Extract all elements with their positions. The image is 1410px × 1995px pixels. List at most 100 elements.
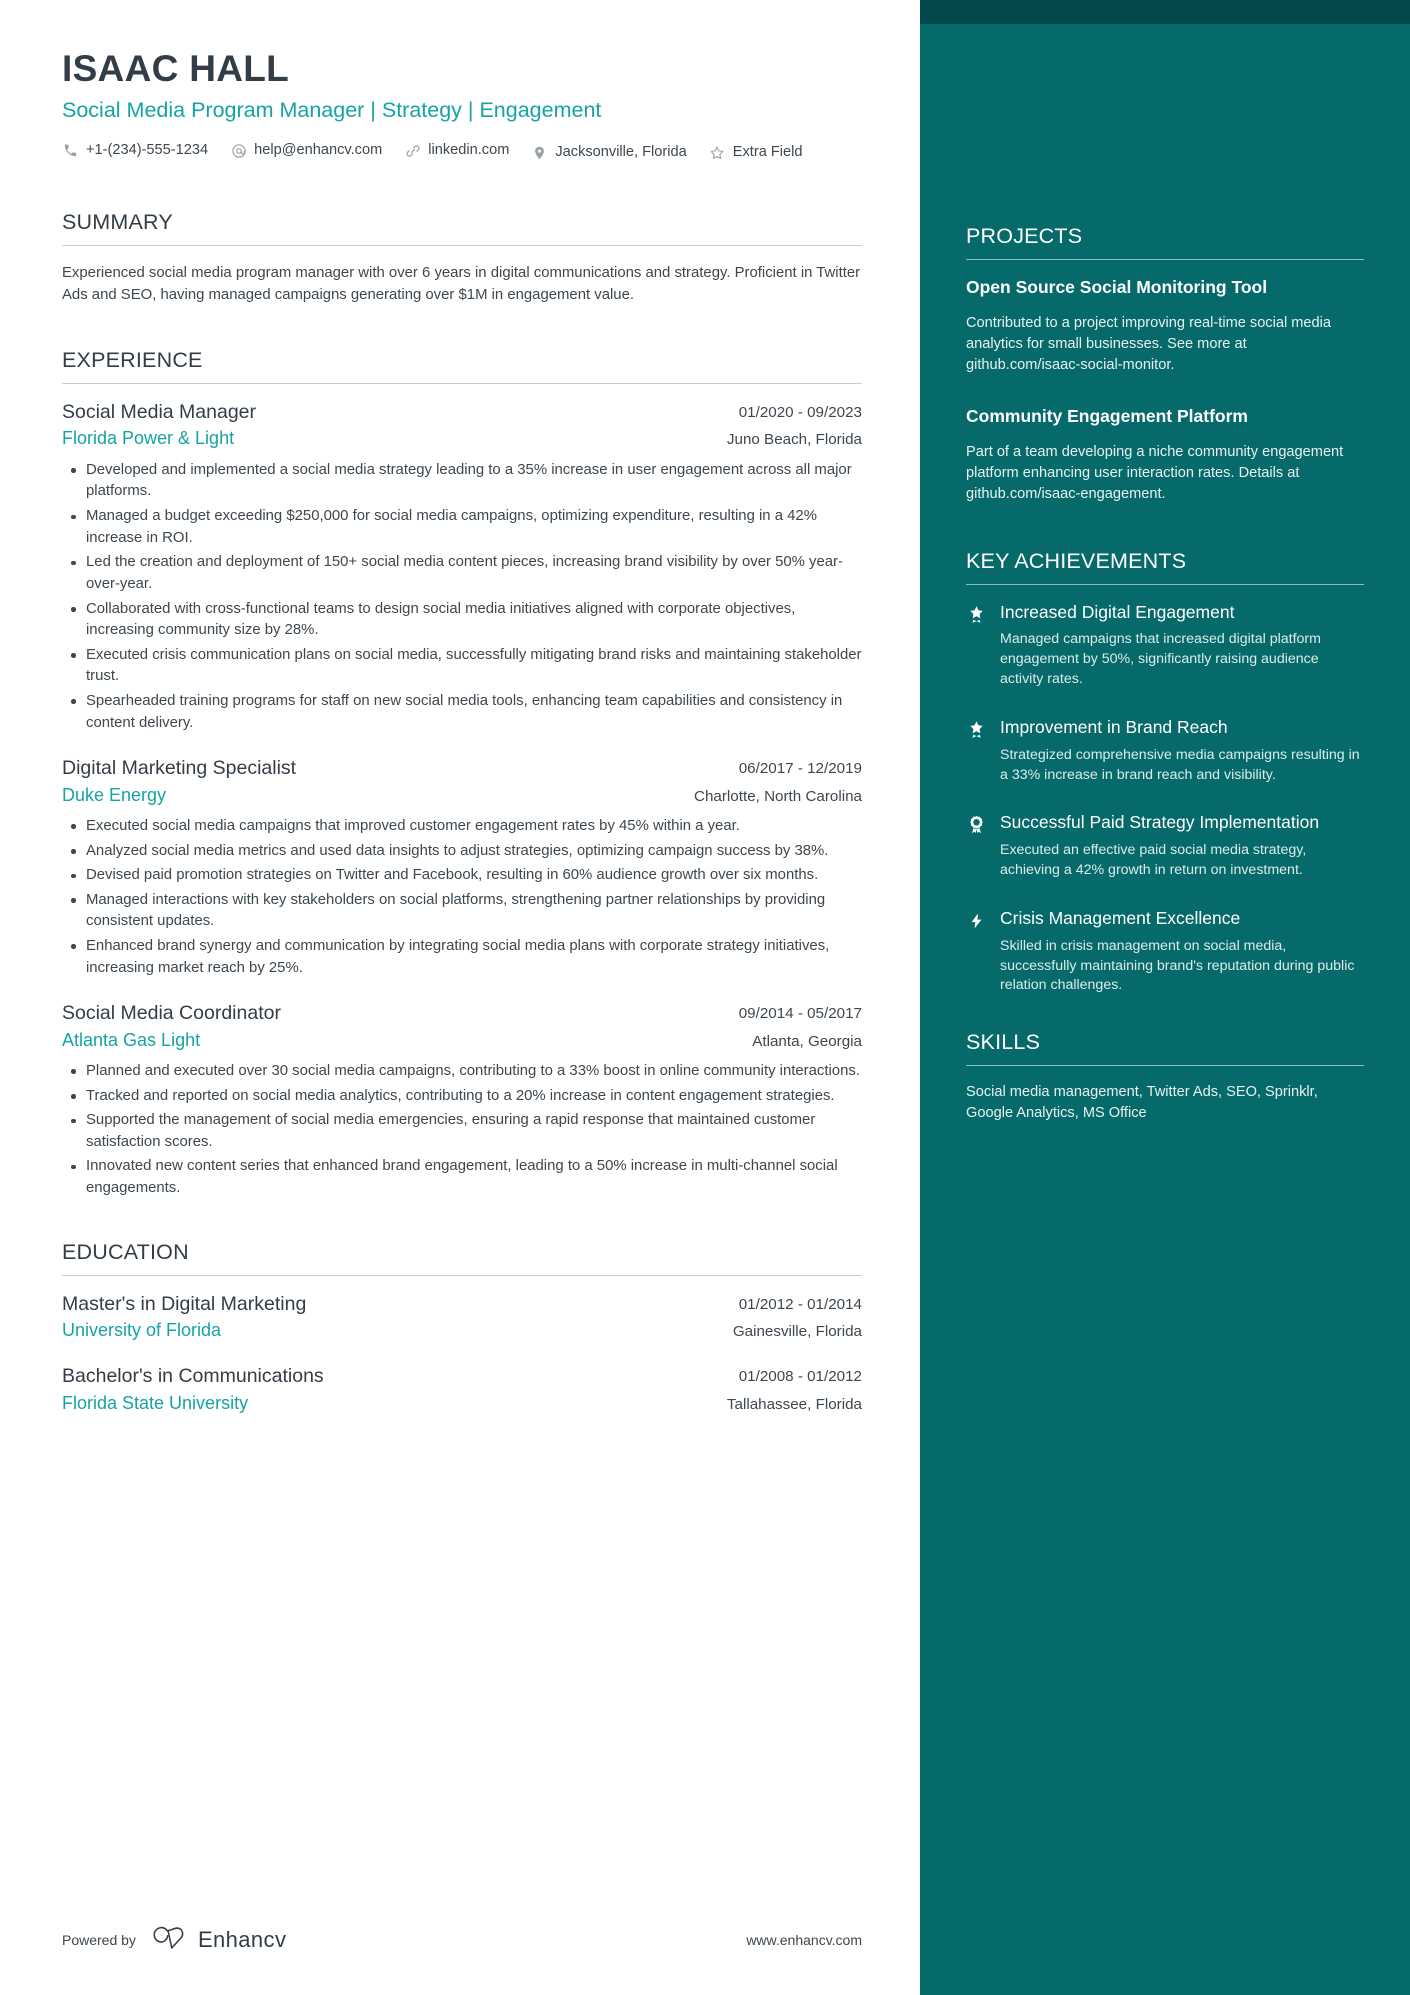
- experience-heading: EXPERIENCE: [62, 348, 203, 373]
- entry-subheader: University of Florida Gainesville, Flori…: [62, 1319, 862, 1342]
- school-location: Gainesville, Florida: [732, 1322, 862, 1340]
- school-name: Florida State University: [62, 1392, 249, 1413]
- job-dates: 01/2020 - 09/2023: [738, 404, 862, 422]
- contact-location: Jacksonville, Florida: [531, 141, 687, 164]
- company-name: Atlanta Gas Light: [62, 1029, 201, 1050]
- sidebar-top-band: [920, 0, 1410, 24]
- education-entry: Bachelor's in Communications 01/2008 - 0…: [62, 1364, 862, 1415]
- brand-logo: Enhancv: [149, 1925, 286, 1956]
- list-item: Devised paid promotion strategies on Twi…: [71, 865, 862, 887]
- achievement-item: Successful Paid Strategy Implementation …: [966, 811, 1364, 881]
- project-item: Open Source Social Monitoring Tool Contr…: [966, 276, 1364, 375]
- job-dates: 06/2017 - 12/2019: [738, 760, 862, 778]
- achievement-body: Crisis Management Excellence Skilled in …: [1000, 907, 1364, 996]
- job-bullets: Planned and executed over 30 social medi…: [62, 1061, 862, 1200]
- sidebar-section-achievements: KEY ACHIEVEMENTS Increased Digital Engag…: [966, 549, 1364, 997]
- entry-header: Digital Marketing Specialist 06/2017 - 1…: [62, 756, 862, 781]
- lightning-bolt-icon: [966, 907, 987, 996]
- sidebar-section-skills: SKILLS Social media management, Twitter …: [966, 1030, 1364, 1123]
- location-icon: [531, 144, 548, 161]
- achievement-name: Successful Paid Strategy Implementation: [1000, 812, 1320, 833]
- experience-entry: Digital Marketing Specialist 06/2017 - 1…: [62, 756, 862, 979]
- school-location: Tallahassee, Florida: [726, 1395, 862, 1413]
- degree-title: Bachelor's in Communications: [62, 1365, 324, 1388]
- contact-phone[interactable]: +1-(234)-555-1234: [62, 139, 208, 162]
- star-outline-icon: [709, 144, 726, 161]
- list-item: Tracked and reported on social media ana…: [71, 1086, 862, 1108]
- section-education: EDUCATION Master's in Digital Marketing …: [62, 1240, 862, 1415]
- education-entry: Master's in Digital Marketing 01/2012 - …: [62, 1292, 862, 1343]
- entry-header: Bachelor's in Communications 01/2008 - 0…: [62, 1364, 862, 1389]
- achievement-body: Successful Paid Strategy Implementation …: [1000, 811, 1364, 881]
- list-item: Analyzed social media metrics and used d…: [71, 841, 862, 863]
- projects-heading: PROJECTS: [966, 224, 1083, 248]
- contact-email[interactable]: help@enhancv.com: [230, 139, 382, 162]
- divider: [62, 1274, 862, 1276]
- degree-title: Master's in Digital Marketing: [62, 1292, 307, 1315]
- section-experience: EXPERIENCE Social Media Manager 01/2020 …: [62, 348, 862, 1199]
- entry-header: Social Media Manager 01/2020 - 09/2023: [62, 400, 862, 425]
- job-location: Juno Beach, Florida: [726, 431, 862, 449]
- contact-location-text: Jacksonville, Florida: [555, 144, 687, 161]
- list-item: Led the creation and deployment of 150+ …: [71, 552, 862, 595]
- list-item: Planned and executed over 30 social medi…: [71, 1061, 862, 1083]
- degree-dates: 01/2008 - 01/2012: [738, 1368, 862, 1386]
- job-bullets: Developed and implemented a social media…: [62, 460, 862, 734]
- project-item: Community Engagement Platform Part of a …: [966, 405, 1364, 504]
- project-name: Open Source Social Monitoring Tool: [966, 277, 1268, 297]
- achievement-body: Improvement in Brand Reach Strategized c…: [1000, 716, 1364, 786]
- list-item: Executed crisis communication plans on s…: [71, 645, 862, 688]
- contact-phone-text: +1-(234)-555-1234: [86, 142, 209, 159]
- entry-subheader: Florida State University Tallahassee, Fl…: [62, 1392, 862, 1415]
- experience-entry: Social Media Manager 01/2020 - 09/2023 F…: [62, 400, 862, 734]
- brand-name: Enhancv: [197, 1927, 287, 1952]
- company-name: Duke Energy: [62, 784, 167, 805]
- powered-by-block: Powered by Enhancv: [62, 1925, 286, 1956]
- star-badge-icon: [966, 716, 987, 786]
- job-location: Atlanta, Georgia: [752, 1032, 862, 1050]
- job-title: Digital Marketing Specialist: [62, 757, 297, 780]
- list-item: Managed a budget exceeding $250,000 for …: [71, 506, 862, 549]
- degree-dates: 01/2012 - 01/2014: [738, 1295, 862, 1313]
- school-name: University of Florida: [62, 1319, 222, 1340]
- page-title: ISAAC HALL: [62, 48, 290, 89]
- skills-heading: SKILLS: [966, 1030, 1041, 1055]
- headline: Social Media Program Manager | Strategy …: [62, 97, 602, 122]
- achievement-name: Improvement in Brand Reach: [1000, 716, 1228, 737]
- divider: [966, 1065, 1364, 1067]
- achievements-heading: KEY ACHIEVEMENTS: [966, 548, 1187, 573]
- company-name: Florida Power & Light: [62, 428, 235, 449]
- achievement-description: Skilled in crisis management on social m…: [1000, 937, 1355, 994]
- divider: [62, 383, 862, 385]
- entry-subheader: Atlanta Gas Light Atlanta, Georgia: [62, 1029, 862, 1052]
- section-summary: SUMMARY Experienced social media program…: [62, 210, 862, 306]
- achievement-description: Managed campaigns that increased digital…: [1000, 631, 1321, 687]
- link-icon: [404, 142, 421, 159]
- enhancv-mark-icon: [149, 1925, 189, 1956]
- powered-by-label: Powered by: [62, 1932, 136, 1948]
- achievement-item: Crisis Management Excellence Skilled in …: [966, 907, 1364, 996]
- contact-email-text: help@enhancv.com: [254, 142, 383, 159]
- entry-header: Master's in Digital Marketing 01/2012 - …: [62, 1292, 862, 1317]
- contact-extra-field: Extra Field: [709, 141, 803, 164]
- project-description: Contributed to a project improving real-…: [966, 315, 1332, 373]
- project-description: Part of a team developing a niche commun…: [966, 444, 1344, 502]
- sidebar-section-projects: PROJECTS Open Source Social Monitoring T…: [966, 0, 1364, 505]
- achievement-name: Crisis Management Excellence: [1000, 907, 1241, 928]
- contact-linkedin[interactable]: linkedin.com: [404, 139, 509, 162]
- list-item: Enhanced brand synergy and communication…: [71, 936, 862, 979]
- job-location: Charlotte, North Carolina: [694, 787, 862, 805]
- achievement-body: Increased Digital Engagement Managed cam…: [1000, 601, 1364, 690]
- job-bullets: Executed social media campaigns that imp…: [62, 816, 862, 979]
- contact-linkedin-text: linkedin.com: [428, 142, 510, 159]
- summary-body: Experienced social media program manager…: [62, 265, 861, 304]
- contact-extra-field-text: Extra Field: [732, 144, 803, 161]
- entry-subheader: Duke Energy Charlotte, North Carolina: [62, 784, 862, 807]
- job-dates: 09/2014 - 05/2017: [738, 1005, 862, 1023]
- list-item: Supported the management of social media…: [71, 1110, 862, 1153]
- education-heading: EDUCATION: [62, 1239, 189, 1264]
- main-column: ISAAC HALL Social Media Program Manager …: [0, 0, 920, 1995]
- site-url[interactable]: www.enhancv.com: [746, 1932, 862, 1948]
- skills-body: Social media management, Twitter Ads, SE…: [966, 1084, 1318, 1121]
- sidebar: PROJECTS Open Source Social Monitoring T…: [920, 0, 1410, 1995]
